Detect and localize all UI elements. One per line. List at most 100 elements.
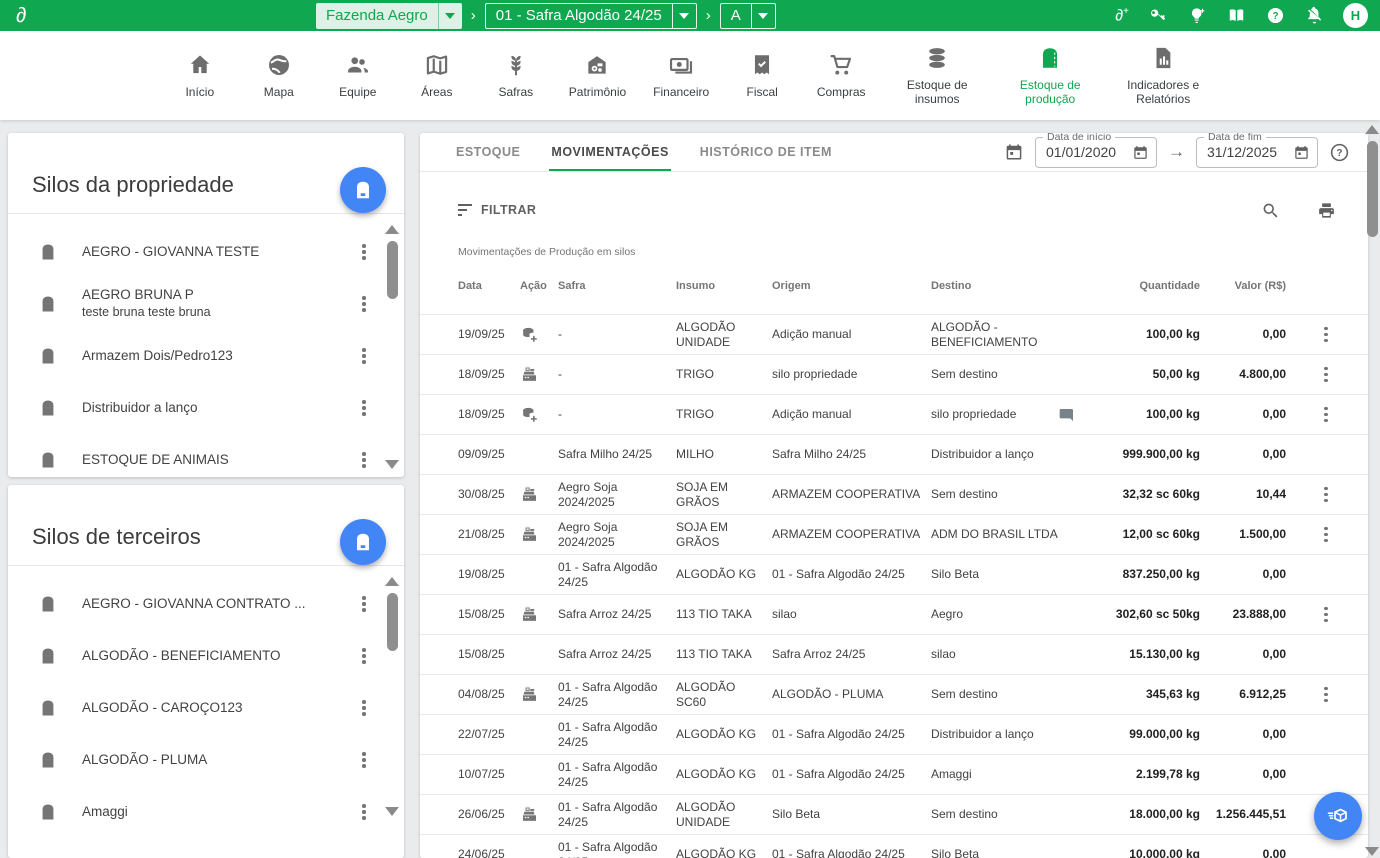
cell-menu <box>1286 484 1340 506</box>
nav-item-barn[interactable]: Patrimônio <box>569 52 626 99</box>
end-date-field[interactable]: Data de fim 31/12/2025 <box>1196 137 1318 168</box>
item-menu-icon[interactable] <box>354 697 374 719</box>
scroll-down-icon[interactable] <box>385 807 399 816</box>
breadcrumb-separator: › <box>471 7 476 24</box>
silo-list-item[interactable]: Distribuidor a lanço <box>8 382 378 434</box>
cell-destino: Sem destino <box>931 367 1093 381</box>
nav-item-team[interactable]: Equipe <box>332 52 384 99</box>
nav-item-wheat[interactable]: Safras <box>490 52 542 99</box>
chevron-down-icon[interactable] <box>751 4 775 28</box>
search-icon[interactable] <box>1261 201 1280 220</box>
silo-name: Distribuidor a lanço <box>82 400 354 417</box>
end-date-value[interactable]: 31/12/2025 <box>1207 144 1293 160</box>
lightbulb-icon[interactable] <box>1187 6 1207 26</box>
key-icon[interactable] <box>1148 6 1168 26</box>
item-menu-icon[interactable] <box>354 397 374 419</box>
silo-list-item[interactable]: ALGODÃO - PLUMA <box>8 734 378 786</box>
silo-list-item[interactable]: Amaggi <box>8 786 378 838</box>
silo-list-item[interactable]: AEGRO - GIOVANNA TESTE <box>8 226 378 278</box>
nav-item-money[interactable]: Financeiro <box>653 52 709 99</box>
row-menu-icon[interactable] <box>1316 324 1336 346</box>
cell-origem: Silo Beta <box>772 807 931 821</box>
nav-item-cart[interactable]: Compras <box>815 52 867 99</box>
cell-insumo: SOJA EM GRÃOS <box>676 520 772 549</box>
nav-item-silo[interactable]: Estoque de produção <box>1007 45 1093 107</box>
plot-selector[interactable]: A <box>720 3 776 29</box>
calendar-range-icon[interactable] <box>1004 142 1024 162</box>
add-silo-button[interactable] <box>340 167 386 213</box>
print-icon[interactable] <box>1317 201 1336 220</box>
scrollbar-thumb[interactable] <box>387 593 398 651</box>
tab-hist-rico-de-item[interactable]: HISTÓRICO DE ITEM <box>700 133 832 171</box>
cell-origem: silao <box>772 607 931 621</box>
row-menu-icon[interactable] <box>1316 364 1336 386</box>
row-menu-icon[interactable] <box>1316 404 1336 426</box>
nav-item-map-globe[interactable]: Mapa <box>253 52 305 99</box>
avatar[interactable]: H <box>1343 3 1368 28</box>
scrollbar-thumb[interactable] <box>1367 141 1378 237</box>
nav-item-database[interactable]: Estoque de insumos <box>894 45 980 107</box>
book-icon[interactable] <box>1226 6 1246 26</box>
item-menu-icon[interactable] <box>354 345 374 367</box>
nav-item-home[interactable]: Início <box>174 52 226 99</box>
nav-item-receipt[interactable]: Fiscal <box>736 52 788 99</box>
silo-list-item[interactable]: Armazem Dois/Pedro123 <box>8 330 378 382</box>
calendar-icon[interactable] <box>1293 144 1310 161</box>
silo-name: Armazem Dois/Pedro123 <box>82 348 354 365</box>
panel-scrollbar[interactable] <box>384 225 400 469</box>
row-menu-icon[interactable] <box>1316 684 1336 706</box>
move-production-fab[interactable] <box>1314 792 1362 840</box>
cell-acao <box>520 525 558 544</box>
tab-movimenta-es[interactable]: MOVIMENTAÇÕES <box>551 133 668 171</box>
start-date-value[interactable]: 01/01/2020 <box>1046 144 1132 160</box>
item-menu-icon[interactable] <box>354 801 374 823</box>
scroll-down-icon[interactable] <box>1365 847 1379 856</box>
silo-icon <box>38 594 58 614</box>
calendar-icon[interactable] <box>1132 144 1149 161</box>
page-scrollbar[interactable] <box>1364 121 1380 858</box>
filter-button[interactable]: FILTRAR <box>458 203 536 217</box>
item-menu-icon[interactable] <box>354 645 374 667</box>
chevron-down-icon[interactable] <box>672 4 696 28</box>
cell-data: 04/08/25 <box>458 687 520 701</box>
tab-estoque[interactable]: ESTOQUE <box>456 133 520 171</box>
panel-scrollbar[interactable] <box>384 577 400 816</box>
row-menu-icon[interactable] <box>1316 484 1336 506</box>
harvest-selector[interactable]: 01 - Safra Algodão 24/25 <box>485 3 697 29</box>
item-menu-icon[interactable] <box>354 241 374 263</box>
farm-selector[interactable]: Fazenda Aegro <box>316 3 462 29</box>
silo-list-item[interactable]: AEGRO BRUNA Pteste bruna teste bruna <box>8 278 378 330</box>
farm-selector-label: Fazenda Aegro <box>316 3 438 29</box>
notifications-off-icon[interactable] <box>1304 6 1324 26</box>
cell-insumo: ALGODÃO KG <box>676 847 772 858</box>
item-menu-icon[interactable] <box>354 593 374 615</box>
item-menu-icon[interactable] <box>354 449 374 471</box>
scroll-up-icon[interactable] <box>385 225 399 234</box>
silo-list-item[interactable]: ESTOQUE DE ANIMAIS <box>8 434 378 475</box>
nav-item-report[interactable]: Indicadores e Relatórios <box>1120 45 1206 107</box>
silo-list-item[interactable]: ALGODÃO - CAROÇO123 <box>8 682 378 734</box>
scrollbar-thumb[interactable] <box>387 241 398 299</box>
start-date-field[interactable]: Data de início 01/01/2020 <box>1035 137 1157 168</box>
add-silo-terceiro-button[interactable] <box>340 519 386 565</box>
item-menu-icon[interactable] <box>354 293 374 315</box>
scroll-up-icon[interactable] <box>1365 125 1379 134</box>
nav-item-areas-map[interactable]: Áreas <box>411 52 463 99</box>
table-row: 30/08/25Aegro Soja 2024/2025SOJA EM GRÃO… <box>420 474 1368 514</box>
chevron-down-icon[interactable] <box>438 3 462 29</box>
silo-list-item[interactable]: AEGRO - GIOVANNA CONTRATO ... <box>8 578 378 630</box>
cell-origem: 01 - Safra Algodão 24/25 <box>772 767 931 781</box>
silo-list-item[interactable]: ALGODÃO - BENEFICIAMENTO <box>8 630 378 682</box>
scroll-up-icon[interactable] <box>385 577 399 586</box>
row-menu-icon[interactable] <box>1316 524 1336 546</box>
table-row: 18/09/25-TRIGOAdição manualsilo propried… <box>420 394 1368 434</box>
silo-icon <box>38 646 58 666</box>
scroll-down-icon[interactable] <box>385 460 399 469</box>
help-icon[interactable]: ? <box>1265 6 1285 26</box>
aegro-plus-icon[interactable]: ∂+ <box>1115 6 1129 25</box>
row-menu-icon[interactable] <box>1316 604 1336 626</box>
help-outline-icon[interactable]: ? <box>1329 142 1350 163</box>
item-menu-icon[interactable] <box>354 749 374 771</box>
table-row: 24/06/2501 - Safra Algodão 24/25ALGODÃO … <box>420 834 1368 858</box>
cell-valor: 0,00 <box>1200 447 1286 461</box>
